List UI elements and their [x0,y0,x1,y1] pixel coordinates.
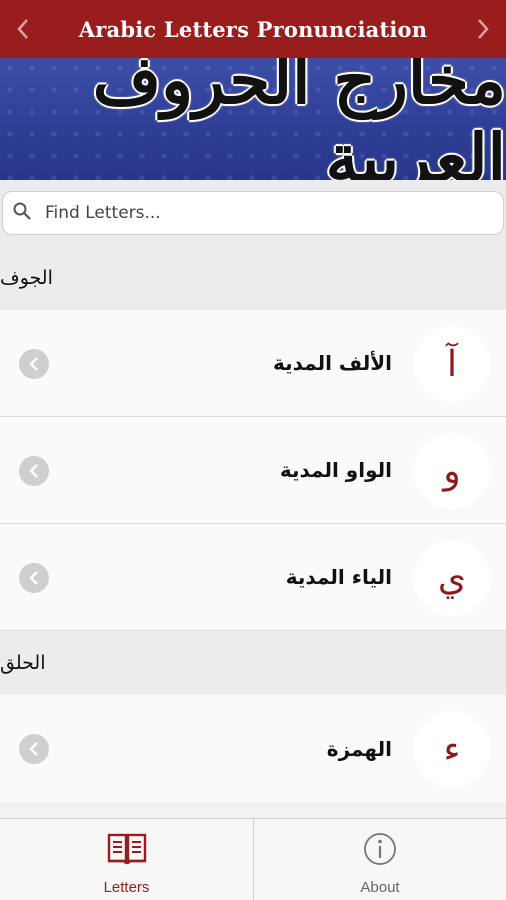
letters-list: الجوف آ الألف المدية و الواو المدية ي ال… [0,246,506,818]
letter-badge: ء [414,711,490,787]
page-title: Arabic Letters Pronunciation [78,16,428,42]
tab-about[interactable]: About [253,819,506,900]
tab-label: About [360,879,400,896]
book-icon [106,831,148,871]
list-item[interactable]: آ الألف المدية [0,310,506,417]
chevron-left-icon[interactable] [19,563,49,593]
section-header: الجوف [0,246,506,310]
letter-badge: ي [414,540,490,616]
list-item[interactable]: ء الهمزة [0,695,506,802]
chevron-left-icon[interactable] [10,14,36,44]
letter-name: الهمزة [326,736,392,761]
tab-bar: Letters About [0,818,506,900]
chevron-left-icon[interactable] [19,456,49,486]
letter-badge: و [414,433,490,509]
letter-name: الياء المدية [285,565,392,589]
letter-badge: آ [414,326,490,402]
search-bar[interactable] [2,191,504,235]
section-header: الحلق [0,631,506,695]
search-bar-container [0,180,506,246]
search-input[interactable] [45,203,445,223]
chevron-left-icon[interactable] [19,349,49,379]
chevron-right-icon[interactable] [470,14,496,44]
letter-name: الواو المدية [279,458,392,482]
banner-calligraphy: مخارج الحروف العربية [92,58,506,180]
tab-letters[interactable]: Letters [0,819,253,900]
title-banner: مخارج الحروف العربية [0,58,506,180]
search-icon [13,202,45,224]
info-icon [359,831,401,871]
list-item[interactable]: و الواو المدية [0,417,506,524]
chevron-left-icon[interactable] [19,734,49,764]
letter-name: الألف المدية [272,351,392,375]
tab-label: Letters [103,879,150,896]
list-item[interactable]: ي الياء المدية [0,524,506,631]
navigation-bar: Arabic Letters Pronunciation [0,0,506,58]
